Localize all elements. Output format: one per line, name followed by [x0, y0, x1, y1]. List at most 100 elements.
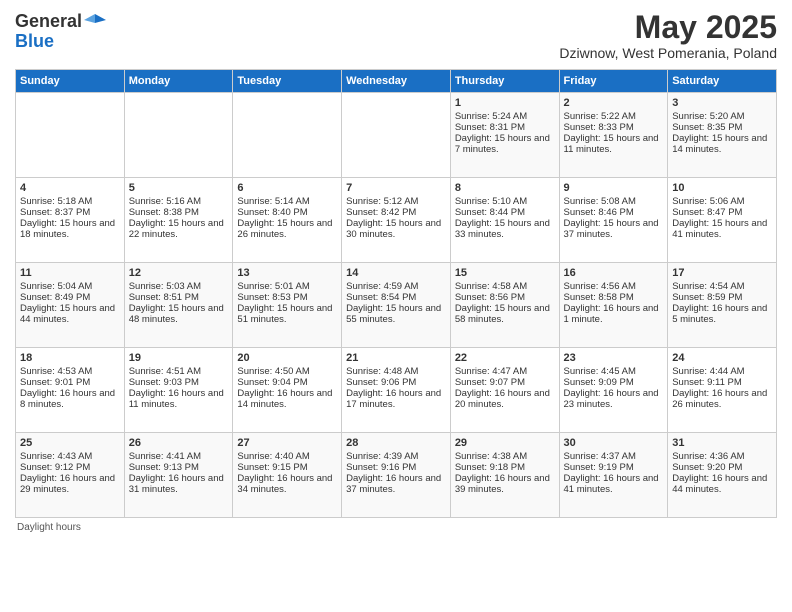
sunrise-text: Sunrise: 5:06 AM — [672, 196, 772, 207]
sunrise-text: Sunrise: 5:22 AM — [564, 111, 664, 122]
day-number: 29 — [455, 437, 555, 449]
day-number: 22 — [455, 352, 555, 364]
sunset-text: Sunset: 8:40 PM — [237, 207, 337, 218]
sunset-text: Sunset: 9:12 PM — [20, 462, 120, 473]
day-number: 5 — [129, 182, 229, 194]
sunrise-text: Sunrise: 4:47 AM — [455, 366, 555, 377]
day-number: 17 — [672, 267, 772, 279]
calendar-cell: 28Sunrise: 4:39 AMSunset: 9:16 PMDayligh… — [342, 433, 451, 518]
day-number: 31 — [672, 437, 772, 449]
calendar-cell: 29Sunrise: 4:38 AMSunset: 9:18 PMDayligh… — [450, 433, 559, 518]
sunset-text: Sunset: 8:53 PM — [237, 292, 337, 303]
logo: General Blue — [15, 10, 106, 52]
sunset-text: Sunset: 8:42 PM — [346, 207, 446, 218]
col-friday: Friday — [559, 70, 668, 93]
sunrise-text: Sunrise: 4:38 AM — [455, 451, 555, 462]
sunrise-text: Sunrise: 4:53 AM — [20, 366, 120, 377]
daylight-text: Daylight: 16 hours and 23 minutes. — [564, 388, 664, 410]
calendar-week-1: 1 Sunrise: 5:24 AMSunset: 8:31 PM Daylight… — [16, 93, 777, 178]
daylight-text: Daylight: 15 hours and 26 minutes. — [237, 218, 337, 240]
sunset-text: Sunset: 8:59 PM — [672, 292, 772, 303]
day-number: 4 — [20, 182, 120, 194]
footer-daylight: Daylight hours — [15, 522, 777, 533]
location-title: Dziwnow, West Pomerania, Poland — [559, 45, 777, 61]
sunset-text: Sunset: 9:13 PM — [129, 462, 229, 473]
calendar-cell — [342, 93, 451, 178]
calendar-cell: 11Sunrise: 5:04 AMSunset: 8:49 PMDayligh… — [16, 263, 125, 348]
sunset-text: Sunset: 9:20 PM — [672, 462, 772, 473]
calendar-cell: 22Sunrise: 4:47 AMSunset: 9:07 PMDayligh… — [450, 348, 559, 433]
day-number: 16 — [564, 267, 664, 279]
day-number: 10 — [672, 182, 772, 194]
title-block: May 2025 Dziwnow, West Pomerania, Poland — [559, 10, 777, 61]
day-number: 1 — [455, 97, 555, 109]
col-tuesday: Tuesday — [233, 70, 342, 93]
sunrise-text: Sunrise: 4:58 AM — [455, 281, 555, 292]
calendar-cell: 23Sunrise: 4:45 AMSunset: 9:09 PMDayligh… — [559, 348, 668, 433]
sunset-text: Sunset: 8:46 PM — [564, 207, 664, 218]
calendar-cell: 10Sunrise: 5:06 AMSunset: 8:47 PMDayligh… — [668, 178, 777, 263]
daylight-text: Daylight: 15 hours and 51 minutes. — [237, 303, 337, 325]
sunset-text: Sunset: 8:31 PM — [455, 122, 555, 133]
daylight-text: Daylight: 15 hours and 44 minutes. — [20, 303, 120, 325]
daylight-text: Daylight: 16 hours and 5 minutes. — [672, 303, 772, 325]
sunrise-text: Sunrise: 5:04 AM — [20, 281, 120, 292]
daylight-text: Daylight: 15 hours and 55 minutes. — [346, 303, 446, 325]
calendar-week-2: 4Sunrise: 5:18 AMSunset: 8:37 PMDaylight… — [16, 178, 777, 263]
day-number: 2 — [564, 97, 664, 109]
sunrise-text: Sunrise: 5:14 AM — [237, 196, 337, 207]
sunset-text: Sunset: 8:37 PM — [20, 207, 120, 218]
sunset-text: Sunset: 9:15 PM — [237, 462, 337, 473]
sunset-text: Sunset: 9:04 PM — [237, 377, 337, 388]
month-title: May 2025 — [559, 10, 777, 45]
calendar-cell: 1Sunrise: 5:24 AMSunset: 8:31 PMDaylight… — [450, 93, 559, 178]
sunrise-text: Sunrise: 4:41 AM — [129, 451, 229, 462]
sunset-text: Sunset: 9:16 PM — [346, 462, 446, 473]
sunrise-text: Sunrise: 5:12 AM — [346, 196, 446, 207]
daylight-text: Daylight: 16 hours and 39 minutes. — [455, 473, 555, 495]
sunrise-text: Sunrise: 5:08 AM — [564, 196, 664, 207]
daylight-text: Daylight: 16 hours and 41 minutes. — [564, 473, 664, 495]
calendar-cell: 3Sunrise: 5:20 AMSunset: 8:35 PMDaylight… — [668, 93, 777, 178]
daylight-text: Daylight: 15 hours and 33 minutes. — [455, 218, 555, 240]
sunset-text: Sunset: 8:44 PM — [455, 207, 555, 218]
calendar-cell: 4Sunrise: 5:18 AMSunset: 8:37 PMDaylight… — [16, 178, 125, 263]
day-number: 27 — [237, 437, 337, 449]
page-container: General Blue May 2025 Dziwnow, West Pome… — [0, 0, 792, 538]
sunrise-text: Sunrise: 4:45 AM — [564, 366, 664, 377]
calendar-cell: 24Sunrise: 4:44 AMSunset: 9:11 PMDayligh… — [668, 348, 777, 433]
day-number: 25 — [20, 437, 120, 449]
logo-general-text: General — [15, 12, 82, 30]
sunrise-text: Sunrise: 5:24 AM — [455, 111, 555, 122]
sunset-text: Sunset: 9:19 PM — [564, 462, 664, 473]
calendar-cell — [124, 93, 233, 178]
daylight-text: Daylight: 16 hours and 11 minutes. — [129, 388, 229, 410]
day-number: 23 — [564, 352, 664, 364]
calendar-cell: 21Sunrise: 4:48 AMSunset: 9:06 PMDayligh… — [342, 348, 451, 433]
sunset-text: Sunset: 9:01 PM — [20, 377, 120, 388]
calendar-week-3: 11Sunrise: 5:04 AMSunset: 8:49 PMDayligh… — [16, 263, 777, 348]
daylight-text: Daylight: 15 hours and 11 minutes. — [564, 133, 664, 155]
sunset-text: Sunset: 8:35 PM — [672, 122, 772, 133]
daylight-text: Daylight: 16 hours and 14 minutes. — [237, 388, 337, 410]
sunrise-text: Sunrise: 4:54 AM — [672, 281, 772, 292]
day-number: 26 — [129, 437, 229, 449]
col-saturday: Saturday — [668, 70, 777, 93]
col-sunday: Sunday — [16, 70, 125, 93]
day-number: 14 — [346, 267, 446, 279]
daylight-text: Daylight: 15 hours and 48 minutes. — [129, 303, 229, 325]
calendar-cell: 8Sunrise: 5:10 AMSunset: 8:44 PMDaylight… — [450, 178, 559, 263]
daylight-text: Daylight: 15 hours and 30 minutes. — [346, 218, 446, 240]
daylight-text: Daylight: 16 hours and 31 minutes. — [129, 473, 229, 495]
daylight-text: Daylight: 16 hours and 26 minutes. — [672, 388, 772, 410]
calendar-cell: 30Sunrise: 4:37 AMSunset: 9:19 PMDayligh… — [559, 433, 668, 518]
header-row: Sunday Monday Tuesday Wednesday Thursday… — [16, 70, 777, 93]
daylight-text: Daylight: 16 hours and 37 minutes. — [346, 473, 446, 495]
daylight-text: Daylight: 16 hours and 20 minutes. — [455, 388, 555, 410]
calendar-cell: 20Sunrise: 4:50 AMSunset: 9:04 PMDayligh… — [233, 348, 342, 433]
sunset-text: Sunset: 8:56 PM — [455, 292, 555, 303]
col-monday: Monday — [124, 70, 233, 93]
sunrise-text: Sunrise: 4:44 AM — [672, 366, 772, 377]
day-number: 9 — [564, 182, 664, 194]
sunset-text: Sunset: 8:49 PM — [20, 292, 120, 303]
